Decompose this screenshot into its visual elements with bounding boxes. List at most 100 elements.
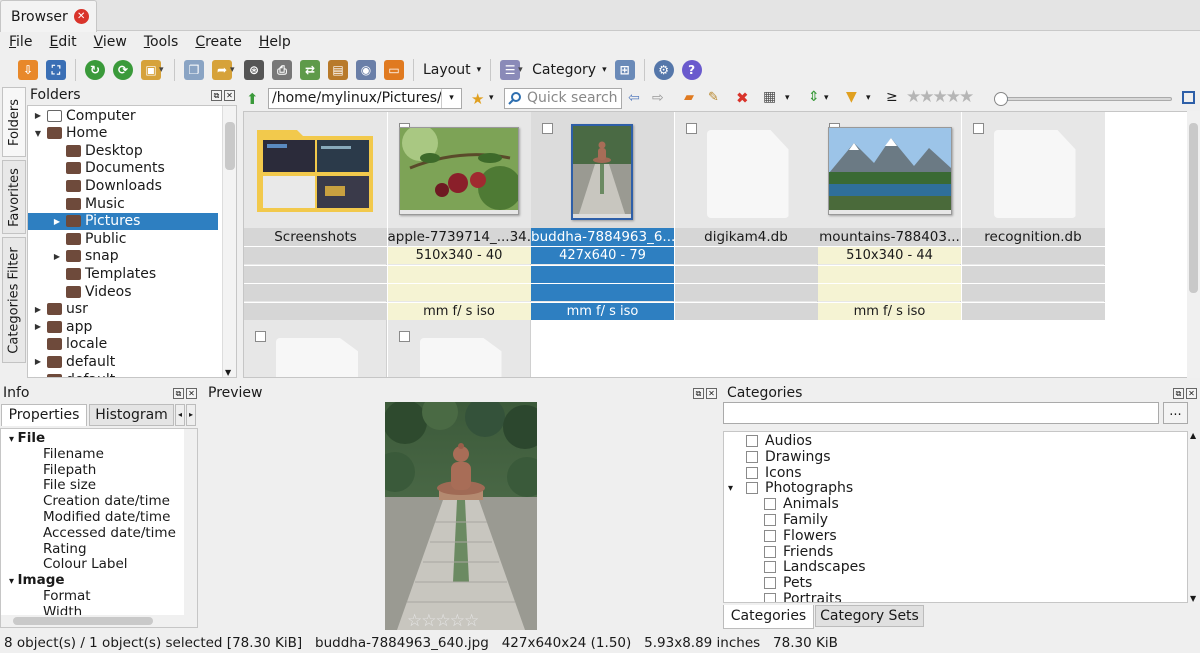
category-checkbox[interactable]: [764, 529, 776, 542]
favorite-dropdown-icon[interactable]: ▾: [489, 93, 494, 103]
tab-properties[interactable]: Properties: [1, 404, 87, 426]
thumbnail-cell[interactable]: buddha-7884963_6... 427x640 - 79 mm f/ s i…: [531, 112, 674, 320]
category-item[interactable]: Icons: [728, 465, 802, 481]
preview-rating-stars[interactable]: ☆☆☆☆☆: [407, 611, 479, 631]
folder-item-home[interactable]: ▼ Home: [32, 125, 223, 142]
scroll-down-icon[interactable]: ▼: [1190, 594, 1196, 603]
folder-item-desktop[interactable]: Desktop: [51, 142, 223, 159]
tab-category-sets[interactable]: Category Sets: [815, 605, 924, 627]
expand-arrow-icon[interactable]: ▶: [51, 252, 63, 261]
folder-item-downloads[interactable]: Downloads: [51, 177, 223, 194]
tree-scrollbar[interactable]: ▼: [222, 106, 236, 377]
category-checkbox[interactable]: [764, 514, 776, 526]
back-icon[interactable]: ⇦: [628, 90, 640, 106]
grid-scrollbar[interactable]: [1187, 111, 1200, 378]
float-icon[interactable]: ⧉: [211, 90, 222, 101]
properties-hscrollbar[interactable]: [1, 615, 197, 627]
expand-arrow-icon[interactable]: ▶: [32, 305, 44, 314]
thumbnail-cell[interactable]: mountains-788403... 510x340 - 44 mm f/ s i…: [818, 112, 961, 320]
properties-hscroll-handle[interactable]: [13, 617, 153, 625]
expand-arrow-icon[interactable]: ▶: [32, 357, 44, 366]
zoom-slider-handle[interactable]: [994, 92, 1008, 106]
path-dropdown-icon[interactable]: ▾: [441, 89, 461, 108]
export-dropdown-icon[interactable]: ▾: [230, 65, 240, 75]
batch-button[interactable]: ⇄: [296, 57, 324, 83]
category-checkbox[interactable]: [764, 498, 776, 511]
expand-arrow-icon[interactable]: ▶: [32, 322, 44, 331]
thumbnail-image-area[interactable]: [244, 112, 387, 228]
select-checkbox[interactable]: [685, 123, 697, 134]
select-checkbox[interactable]: [972, 123, 984, 134]
find-button[interactable]: ⊛: [240, 57, 268, 83]
folder-item-app[interactable]: ▶ app: [32, 318, 223, 335]
select-checkbox[interactable]: [542, 123, 553, 134]
slideshow-button[interactable]: ▤: [324, 57, 352, 83]
folder-item-computer[interactable]: ▶ Computer: [32, 107, 223, 124]
collapse-arrow-icon[interactable]: ▾: [9, 576, 18, 587]
properties-scrollbar[interactable]: [184, 429, 197, 615]
settings-button[interactable]: ⚙: [650, 57, 678, 83]
folder-item-snap[interactable]: ▶ snap: [51, 248, 223, 265]
new-folder-icon[interactable]: ▰: [684, 90, 694, 105]
menu-edit[interactable]: Edit: [49, 34, 76, 50]
category-item[interactable]: Animals: [764, 496, 839, 512]
filter-dropdown-icon[interactable]: ▾: [866, 93, 871, 103]
copy-button[interactable]: ❐: [180, 57, 208, 83]
float-icon[interactable]: ⧉: [693, 388, 704, 399]
category-checkbox[interactable]: [746, 482, 758, 495]
close-panel-icon[interactable]: ✕: [224, 90, 235, 101]
category-button[interactable]: Category ▾: [528, 62, 610, 78]
category-item[interactable]: Family: [764, 512, 828, 528]
folder-item-usr[interactable]: ▶ usr: [32, 301, 223, 318]
folder-item-documents[interactable]: Documents: [51, 160, 223, 177]
category-item[interactable]: Pets: [764, 575, 812, 591]
category-search-input[interactable]: [723, 402, 1159, 424]
collapse-arrow-icon[interactable]: ▾: [9, 434, 18, 445]
menu-create[interactable]: Create: [195, 34, 242, 50]
tab-scroll-right-icon[interactable]: ▸: [186, 404, 196, 426]
select-checkbox[interactable]: [255, 331, 266, 342]
preview-image[interactable]: ☆☆☆☆☆: [375, 394, 547, 631]
browser-tab[interactable]: Browser ✕: [0, 0, 97, 32]
menu-tools[interactable]: Tools: [144, 34, 179, 50]
expand-arrow-icon[interactable]: ▶: [32, 111, 44, 120]
tab-histogram[interactable]: Histogram: [89, 404, 174, 426]
scroll-up-icon[interactable]: ▲: [1190, 431, 1196, 440]
thumbnail-cell[interactable]: apple-7739714_...34... 510x340 - 40 mm f/ …: [387, 112, 531, 320]
float-icon[interactable]: ⧉: [1173, 388, 1184, 399]
close-tab-icon[interactable]: ✕: [73, 9, 89, 24]
tree-view-button[interactable]: ⊞: [611, 57, 639, 83]
float-icon[interactable]: ⧉: [173, 388, 184, 399]
thumbnail-cell[interactable]: digikam4.db: [674, 112, 818, 320]
rename-icon[interactable]: ✎: [708, 90, 719, 105]
folder-item-public[interactable]: Public: [51, 230, 223, 247]
category-item[interactable]: Flowers: [764, 528, 837, 544]
close-panel-icon[interactable]: ✕: [706, 388, 717, 399]
category-more-button[interactable]: ...: [1163, 402, 1188, 424]
tab-favorites[interactable]: Favorites: [2, 160, 26, 234]
panel-splitter[interactable]: [0, 380, 1200, 384]
folder-item-locale[interactable]: locale: [32, 336, 223, 353]
category-checkbox[interactable]: [746, 450, 758, 463]
category-item[interactable]: ▾ Photographs: [728, 480, 853, 496]
sort-order-dropdown-icon[interactable]: ▾: [824, 93, 829, 103]
sort-order-icon[interactable]: ⇕: [808, 89, 820, 105]
album-dropdown-icon[interactable]: ▾: [159, 65, 169, 75]
category-checkbox[interactable]: [764, 561, 776, 574]
menu-help[interactable]: Help: [259, 34, 291, 50]
close-panel-icon[interactable]: ✕: [1186, 388, 1197, 399]
property-group[interactable]: ▾ File: [9, 430, 45, 446]
thumbnail-cell[interactable]: [244, 320, 387, 377]
collapse-arrow-icon[interactable]: ▼: [32, 129, 44, 138]
fullscreen-button[interactable]: ⛶: [42, 57, 70, 83]
thumbnail-image-area[interactable]: [531, 112, 674, 228]
category-checkbox[interactable]: [764, 577, 776, 590]
rating-condition-icon[interactable]: ≥: [886, 89, 898, 105]
category-item[interactable]: Landscapes: [764, 559, 866, 575]
grid-scroll-handle[interactable]: [1189, 123, 1198, 293]
rating-filter-stars[interactable]: ★★★★★: [906, 87, 974, 107]
thumbnail-cell[interactable]: recognition.db: [961, 112, 1105, 320]
favorite-star-icon[interactable]: ★: [471, 90, 484, 108]
menu-view[interactable]: View: [94, 34, 127, 50]
view-dropdown-icon[interactable]: ▾: [785, 93, 790, 103]
